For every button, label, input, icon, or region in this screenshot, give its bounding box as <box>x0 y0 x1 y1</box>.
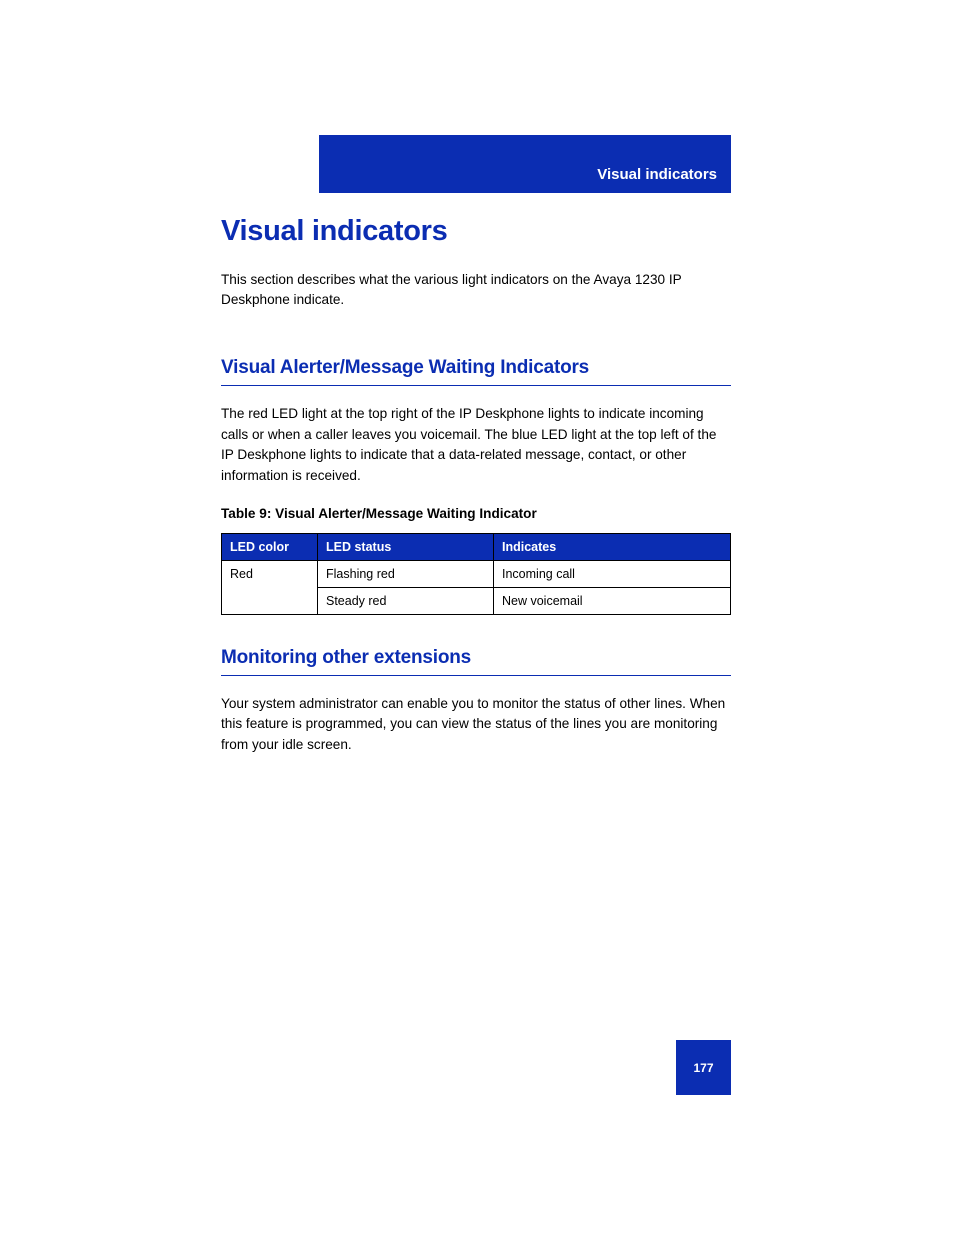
intro-paragraph: This section describes what the various … <box>221 270 731 309</box>
th-led-color: LED color <box>222 533 318 560</box>
cell-status: Flashing red <box>318 560 494 587</box>
section-heading-monitoring: Monitoring other extensions <box>221 647 731 676</box>
document-page: Visual indicators Visual indicators This… <box>0 0 954 1235</box>
page-number-box: 177 <box>676 1040 731 1095</box>
content-area: Visual indicators This section describes… <box>221 215 731 775</box>
table-caption: Table 9: Visual Alerter/Message Waiting … <box>221 506 731 521</box>
section1-paragraph: The red LED light at the top right of th… <box>221 404 731 486</box>
running-header-title: Visual indicators <box>597 166 717 183</box>
section2-paragraph: Your system administrator can enable you… <box>221 694 731 755</box>
table-header-row: LED color LED status Indicates <box>222 533 731 560</box>
indicator-table: LED color LED status Indicates Red Flash… <box>221 533 731 615</box>
section-heading-alerter: Visual Alerter/Message Waiting Indicator… <box>221 357 731 386</box>
th-indicates: Indicates <box>494 533 731 560</box>
cell-meaning: New voicemail <box>494 587 731 614</box>
th-led-status: LED status <box>318 533 494 560</box>
cell-color: Red <box>222 560 318 614</box>
header-band: Visual indicators <box>319 135 731 193</box>
cell-status: Steady red <box>318 587 494 614</box>
table-row: Red Flashing red Incoming call <box>222 560 731 587</box>
page-number: 177 <box>693 1061 713 1075</box>
cell-meaning: Incoming call <box>494 560 731 587</box>
page-title: Visual indicators <box>221 215 731 248</box>
